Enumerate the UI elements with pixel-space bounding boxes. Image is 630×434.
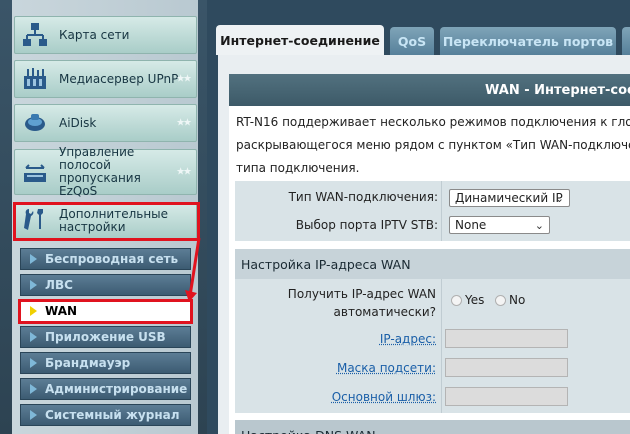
sidebar-item-usb-app[interactable]: Приложение USB [20,326,191,348]
subnet-mask-field[interactable] [445,358,568,377]
arrow-right-icon [30,410,37,420]
auto-ip-yes-radio[interactable] [451,295,462,306]
menu-item-label: Карта сети [59,29,129,42]
sub-item-label: Приложение USB [45,330,166,344]
sub-item-label: ЛВС [45,278,73,292]
chevron-down-icon: ⌄ [535,218,544,234]
arrow-right-icon [30,254,37,264]
arrow-right-icon [30,332,37,342]
media-server-icon [21,65,49,93]
wrench-icon [21,206,49,234]
menu-item-upnp-media-server[interactable]: Медиасервер UPnP ★★ [14,60,197,98]
iptv-port-select[interactable]: None ⌄ [449,216,550,234]
menu-item-ezqos[interactable]: Управление полосой пропускания EzQoS ★★ [14,149,197,195]
sidebar-item-administration[interactable]: Администрирование [20,378,191,400]
stars-icon: ★★ [176,74,190,85]
sidebar-item-firewall[interactable]: Брандмауэр [20,352,191,374]
auto-ip-no-radio[interactable] [495,295,506,306]
arrow-right-icon [30,280,37,290]
ip-settings-title: Настройка IP-адреса WAN [235,249,630,279]
divider [441,279,442,413]
sub-item-label: Беспроводная сеть [45,252,178,266]
tab-more[interactable] [622,27,630,55]
arrow-right-icon [30,306,37,316]
sub-item-label: Администрирование [45,382,187,396]
tab-qos[interactable]: QoS [390,27,434,55]
dns-settings-title: Настройка DNS WAN [235,420,630,434]
tab-port-switch[interactable]: Переключатель портов [440,27,616,55]
iptv-port-value: None [455,218,486,232]
ip-address-label: IP-адрес: [300,332,436,346]
tab-internet-connection[interactable]: Интернет-соединение [216,25,384,55]
highlight-arrow-icon [185,236,205,306]
sidebar-item-lan[interactable]: ЛВС [20,274,191,296]
auto-ip-no-label: No [509,293,525,307]
ip-address-field[interactable] [445,329,568,348]
chevron-down-icon: ⌄ [555,191,564,207]
subnet-mask-label: Маска подсети: [300,361,436,375]
wan-type-value: Динамический IP [455,191,563,205]
wan-type-label: Тип WAN-подключения: [240,190,438,204]
menu-item-aidisk[interactable]: AiDisk ★★ [14,104,197,142]
iptv-port-label: Выбор порта IPTV STB: [240,218,438,232]
stars-icon: ★★ [176,167,190,178]
auto-ip-label-line: Получить IP-адрес WAN [240,285,436,303]
description-line: типа подключения. [236,157,630,180]
sub-item-label: Брандмауэр [45,356,130,370]
menu-item-advanced-settings[interactable]: Дополнительные настройки [14,203,197,239]
network-map-icon [21,21,49,49]
menu-item-label: Управление полосой пропускания EzQoS [59,146,159,198]
divider [441,181,442,241]
arrow-right-icon [30,384,37,394]
gateway-label: Основной шлюз: [300,390,436,404]
description-line: раскрывающегося меню рядом с пунктом «Ти… [236,134,630,157]
sidebar-item-system-log[interactable]: Системный журнал [20,404,191,426]
stars-icon: ★★ [176,118,190,129]
auto-ip-label: Получить IP-адрес WAN автоматически? [240,285,436,321]
qos-icon [21,158,49,186]
wan-type-select[interactable]: Динамический IP ⌄ [449,189,570,207]
menu-item-label: Дополнительные настройки [59,208,169,234]
description-line: RT-N16 поддерживает несколько режимов по… [236,111,630,134]
tab-bar: Интернет-соединение QoS Переключатель по… [214,25,630,55]
auto-ip-yes-label: Yes [465,293,484,307]
auto-ip-label-line: автоматически? [240,303,436,321]
menu-item-label: AiDisk [59,117,96,130]
sub-item-label: Системный журнал [45,408,180,422]
sidebar-item-wireless[interactable]: Беспроводная сеть [20,248,191,270]
arrow-right-icon [30,358,37,368]
aidisk-icon [21,109,49,137]
sidebar-item-wan[interactable]: WAN [20,300,191,322]
page-title: WAN - Интернет-соеди [229,74,630,106]
sub-item-label: WAN [45,304,77,318]
menu-item-network-map[interactable]: Карта сети [14,16,197,54]
description: RT-N16 поддерживает несколько режимов по… [236,111,630,180]
menu-item-label: Медиасервер UPnP [59,73,178,86]
gateway-field[interactable] [445,387,568,406]
